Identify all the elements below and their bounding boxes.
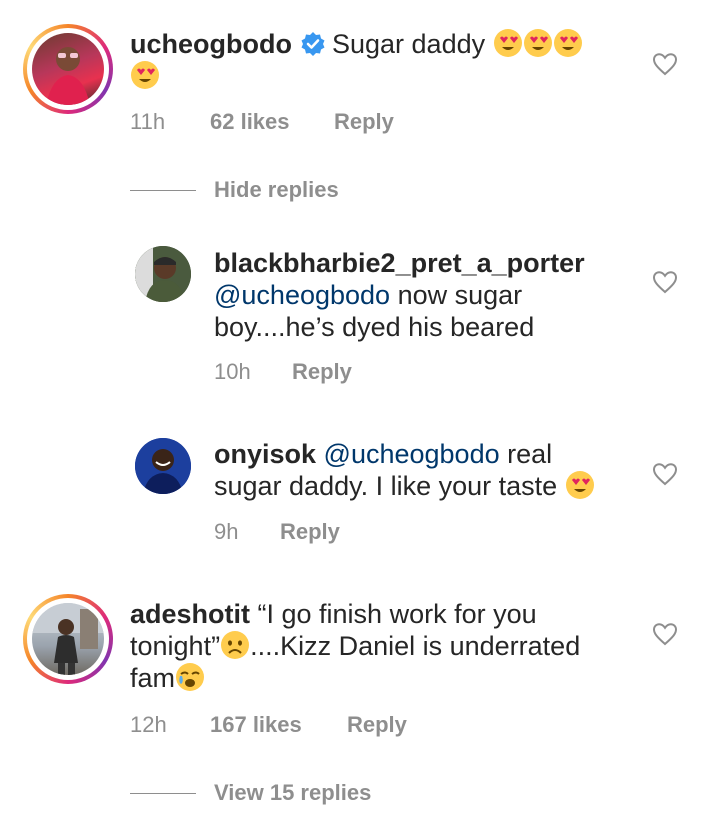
heart-eyes-emoji-icon [493,29,522,57]
comment-ucheogbodo: ucheogbodo Sugar daddy 11h 62 likes Reply [0,0,720,150]
comment-username[interactable]: ucheogbodo [130,29,292,59]
comment-text: adeshotit “I go finish work for you toni… [130,598,650,694]
comment-body: now sugar [390,280,523,310]
view-replies-label: View 15 replies [214,780,372,805]
verified-badge-icon [301,32,325,56]
divider-line [130,189,196,191]
heart-eyes-emoji-icon [523,29,552,57]
comment-body: Sugar daddy [331,29,486,59]
comment-body-end: fam [130,663,176,693]
like-heart-icon[interactable] [652,462,678,486]
likes-count[interactable]: 167 likes [210,712,347,738]
comment-meta: 11h 62 likes Reply [130,109,394,135]
divider-line [130,792,196,794]
mention-link[interactable]: @ucheogbodo [214,280,390,310]
reply-button[interactable]: Reply [280,519,340,545]
mention-link[interactable]: @ucheogbodo [324,439,500,469]
like-heart-icon[interactable] [652,622,678,646]
comment-body-cont2: ....Kizz Daniel is underrated [250,631,581,661]
hide-replies-label: Hide replies [214,177,339,202]
comment-username[interactable]: blackbharbie2_pret_a_porter [214,248,585,278]
comment-body-cont: sugar daddy. I like your taste [214,471,558,501]
comment-body-cont: boy....he’s dyed his beared [214,312,535,342]
worried-face-emoji-icon [221,631,250,659]
comment-body: “I go finish work for you [250,599,537,629]
comment-time: 10h [214,359,251,384]
comment-username[interactable]: onyisok [214,439,316,469]
comment-username[interactable]: adeshotit [130,599,250,629]
heart-eyes-emoji-icon [131,61,159,89]
reply-button[interactable]: Reply [292,359,352,385]
reply-blackbharbie2: blackbharbie2_pret_a_porter @ucheogbodo … [0,230,720,400]
like-heart-icon[interactable] [652,52,678,76]
avatar-onyisok[interactable] [135,438,191,494]
comment-meta: 9h Reply [214,519,340,545]
comment-adeshotit: adeshotit “I go finish work for you toni… [0,588,720,758]
comment-time: 12h [130,712,167,737]
comment-body: real [499,439,553,469]
hide-replies-button[interactable]: Hide replies [130,177,339,203]
view-replies-button[interactable]: View 15 replies [130,780,371,806]
crying-face-emoji-icon [176,663,205,691]
avatar-blackbharbie2[interactable] [135,246,191,302]
comment-body-cont: tonight” [130,631,221,661]
reply-button[interactable]: Reply [334,109,394,135]
comment-time: 9h [214,519,239,544]
reply-button[interactable]: Reply [347,712,407,738]
reply-onyisok: onyisok @ucheogbodo real sugar daddy. I … [0,420,720,570]
comment-time: 11h [130,109,166,134]
avatar-ucheogbodo[interactable] [23,24,113,114]
comment-text: onyisok @ucheogbodo real sugar daddy. I … [214,438,634,502]
heart-eyes-emoji-icon [553,29,582,57]
like-heart-icon[interactable] [652,270,678,294]
comment-text: ucheogbodo Sugar daddy [130,28,650,92]
comment-text: blackbharbie2_pret_a_porter @ucheogbodo … [214,247,634,343]
heart-eyes-emoji-icon [565,471,594,499]
avatar-adeshotit[interactable] [23,594,113,684]
comment-meta: 12h 167 likes Reply [130,712,407,738]
comment-meta: 10h Reply [214,359,352,385]
likes-count[interactable]: 62 likes [210,109,334,135]
